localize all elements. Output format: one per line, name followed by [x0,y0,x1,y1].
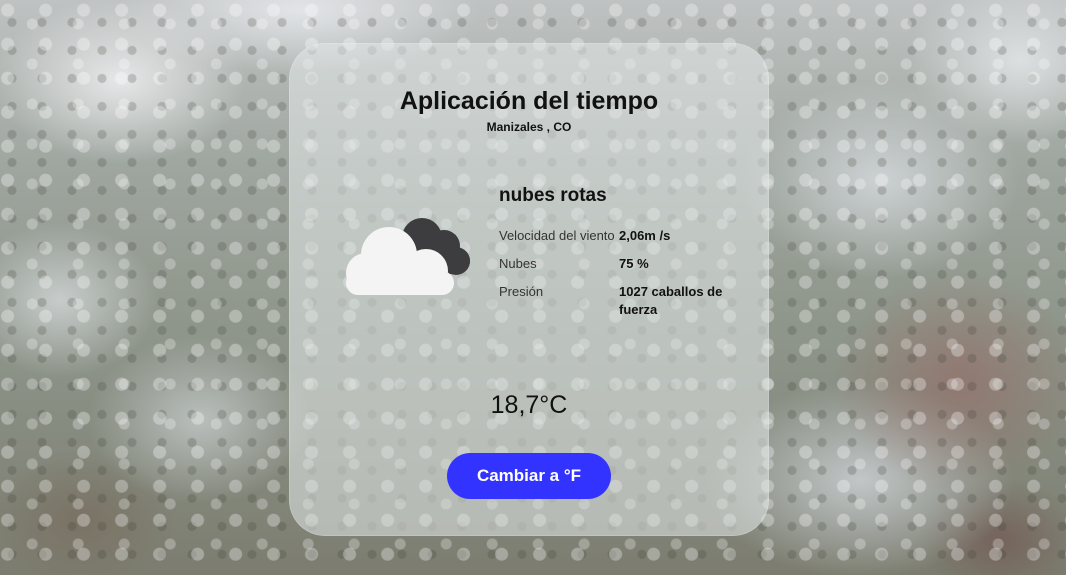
app-title: Aplicación del tiempo [399,87,659,115]
detail-value: 75 % [619,256,649,271]
broken-clouds-icon [344,213,474,303]
detail-row-wind: Velocidad del viento 2,06m /s [499,227,749,245]
detail-label: Velocidad del viento [499,228,615,243]
detail-label: Nubes [499,256,537,271]
toggle-unit-button[interactable]: Cambiar a °F [447,453,611,499]
weather-card: Aplicación del tiempo Manizales , CO nub… [289,43,769,536]
detail-value: 2,06m /s [619,228,671,243]
detail-row-clouds: Nubes 75 % [499,255,749,273]
detail-value: 1027 caballos de fuerza [619,284,723,317]
temperature-reading: 18,7°C [490,391,568,419]
weather-description: nubes rotas [499,185,607,206]
weather-details: Velocidad del viento 2,06m /s Nubes 75 %… [499,227,749,329]
location-label: Manizales , CO [486,120,572,134]
detail-label: Presión [499,284,544,299]
detail-row-pressure: Presión 1027 caballos de fuerza [499,283,749,319]
